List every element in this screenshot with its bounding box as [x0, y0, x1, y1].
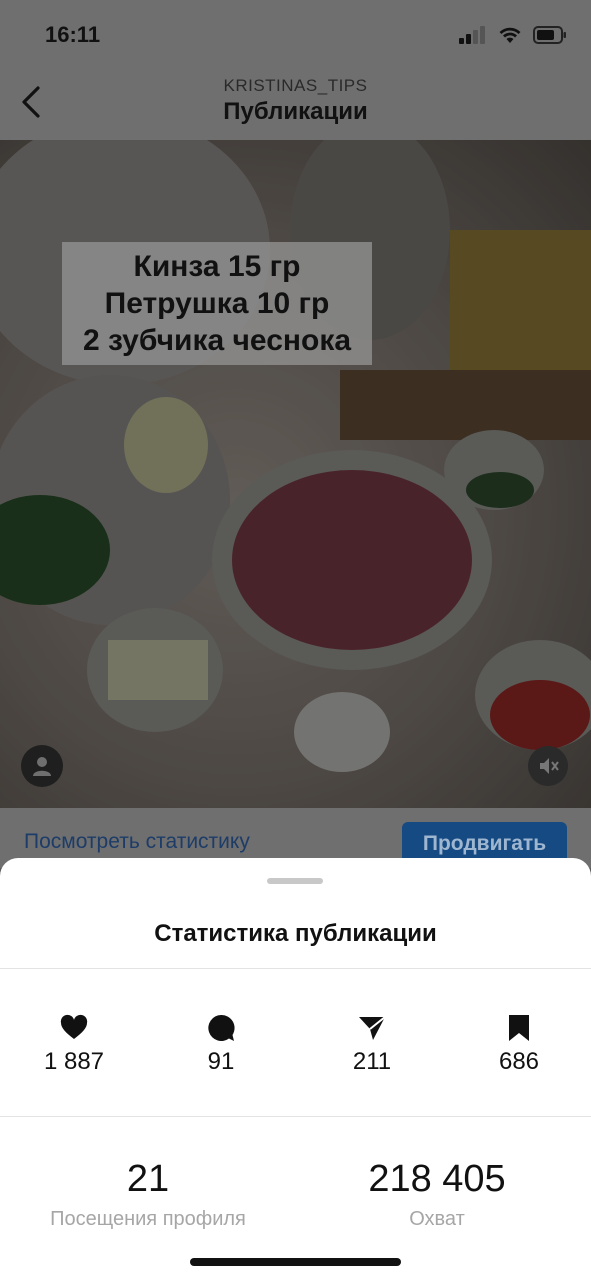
header: KRISTINAS_TIPS Публикации	[0, 70, 591, 140]
wifi-icon	[499, 27, 521, 43]
mute-button[interactable]	[528, 746, 568, 786]
reach-stat: 218 405 Охват	[307, 1156, 567, 1231]
send-icon	[359, 1016, 386, 1040]
page-title: Публикации	[223, 98, 368, 125]
profile-visits-stat: 21 Посещения профиля	[18, 1156, 278, 1231]
divider	[0, 1116, 591, 1117]
heart-icon	[60, 1014, 88, 1039]
bookmark-icon	[509, 1015, 529, 1041]
sheet-title: Статистика публикации	[154, 920, 437, 947]
status-icons	[459, 26, 567, 44]
saves-metric: 686	[459, 1014, 579, 1076]
status-time: 16:11	[45, 22, 101, 47]
overlay-line: 2 зубчика чеснока	[82, 324, 352, 357]
speaker-muted-icon	[540, 758, 559, 774]
photo-caption-overlay: Кинза 15 гр Петрушка 10 гр 2 зубчика чес…	[62, 242, 372, 365]
profile-visits-value: 21	[126, 1158, 170, 1200]
cellular-signal-icon	[459, 26, 485, 44]
comments-metric: 91	[161, 1014, 281, 1076]
likes-count: 1 887	[43, 1048, 105, 1075]
view-stats-link[interactable]: Посмотреть статистику	[24, 830, 250, 854]
profile-visits-label: Посещения профиля	[50, 1208, 246, 1230]
post-stats-sheet: Статистика публикации 1 887 91 211 686 2…	[0, 858, 591, 1280]
reach-label: Охват	[409, 1208, 465, 1230]
divider	[0, 968, 591, 969]
shares-count: 211	[352, 1048, 392, 1075]
battery-icon	[533, 26, 566, 44]
overlay-line: Кинза 15 гр	[133, 250, 301, 283]
overlay-line: Петрушка 10 гр	[104, 287, 330, 320]
post-photo[interactable]: Кинза 15 гр Петрушка 10 гр 2 зубчика чес…	[0, 140, 591, 808]
reach-value: 218 405	[368, 1158, 506, 1200]
comments-count: 91	[207, 1048, 235, 1075]
sheet-grabber[interactable]	[267, 878, 323, 884]
tagged-people-button[interactable]	[21, 745, 63, 787]
likes-metric: 1 887	[14, 1014, 134, 1076]
home-indicator[interactable]	[190, 1258, 401, 1266]
status-bar: 16:11	[0, 0, 591, 70]
shares-metric: 211	[312, 1014, 432, 1076]
header-username: KRISTINAS_TIPS	[223, 76, 368, 95]
comment-icon	[208, 1014, 235, 1041]
person-icon	[33, 757, 51, 776]
saves-count: 686	[498, 1048, 540, 1075]
photo-dim-overlay	[0, 140, 591, 808]
